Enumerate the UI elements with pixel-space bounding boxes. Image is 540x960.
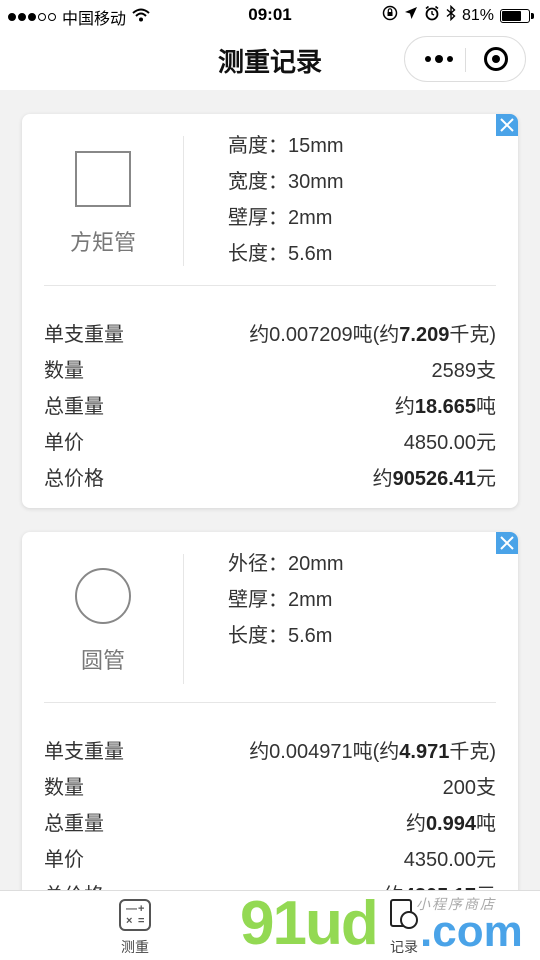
bluetooth-icon [446, 4, 456, 26]
result-value: 4850.00元 [403, 431, 496, 454]
more-options-button[interactable] [425, 55, 453, 63]
record-card: 方矩管 高度：15mm 宽度：30mm 壁厚：2mm 长度：5.6m 单支重量 … [22, 114, 518, 508]
square-tube-icon [75, 151, 131, 207]
dimension-item: 长度：5.6m [228, 243, 333, 265]
tab-bar: — + × = 测重 记录 [0, 890, 540, 960]
capsule-divider [465, 48, 466, 72]
dimension-item: 高度：15mm [228, 135, 344, 157]
result-row: 单支重量 约0.004971吨(约4.971千克) [44, 731, 496, 767]
record-card: 圆管 外径：20mm 壁厚：2mm 长度：5.6m 单支重量 约0.004971… [22, 532, 518, 952]
battery-icon [500, 8, 534, 23]
result-label: 单支重量 [44, 323, 124, 346]
result-value: 约18.665吨 [394, 395, 496, 418]
result-label: 单支重量 [44, 740, 124, 763]
result-value: 约0.004971吨(约4.971千克) [249, 740, 496, 763]
tab-records[interactable]: 记录 [364, 899, 444, 957]
status-right: 81% [382, 4, 534, 26]
delete-record-button[interactable] [496, 532, 518, 554]
result-row: 数量 200支 [44, 767, 496, 803]
result-row: 总价格 约90526.41元 [44, 458, 496, 494]
result-row: 单支重量 约0.007209吨(约7.209千克) [44, 314, 496, 350]
close-icon [500, 536, 514, 550]
result-row: 总重量 约18.665吨 [44, 386, 496, 422]
orientation-lock-icon [382, 5, 398, 26]
dimensions-list: 外径：20mm 壁厚：2mm 长度：5.6m [228, 549, 344, 657]
tab-label: 测重 [121, 939, 149, 955]
result-row: 单价 4850.00元 [44, 422, 496, 458]
vertical-divider [183, 136, 184, 266]
result-list: 单支重量 约0.007209吨(约7.209千克) 数量 2589支 总重量 约… [44, 314, 496, 494]
vertical-divider [183, 554, 184, 684]
record-clock-icon [388, 899, 420, 931]
battery-percent: 81% [461, 6, 494, 24]
shape-name: 圆管 [80, 648, 125, 673]
result-label: 总重量 [44, 395, 104, 418]
result-value: 200支 [442, 776, 496, 799]
delete-record-button[interactable] [496, 114, 518, 136]
close-miniprogram-button[interactable] [484, 47, 508, 71]
horizontal-divider [44, 702, 496, 703]
result-value: 2589支 [431, 359, 497, 382]
tab-measure[interactable]: — + × = 测重 [95, 899, 175, 957]
dimension-item: 壁厚：2mm [228, 589, 333, 611]
status-bar: 中国移动 09:01 81% [0, 0, 540, 30]
calculator-icon: — + × = [119, 899, 151, 931]
dimensions-list: 高度：15mm 宽度：30mm 壁厚：2mm 长度：5.6m [228, 131, 344, 275]
dimension-item: 长度：5.6m [228, 625, 333, 647]
result-label: 单价 [44, 431, 84, 454]
location-arrow-icon [404, 6, 418, 25]
shape-preview: 圆管 [22, 532, 184, 682]
result-label: 总重量 [44, 812, 104, 835]
dimension-item: 宽度：30mm [228, 171, 344, 193]
tab-label: 记录 [390, 939, 418, 955]
dimension-item: 外径：20mm [228, 553, 344, 575]
alarm-icon [424, 5, 440, 26]
dimension-item: 壁厚：2mm [228, 207, 333, 229]
round-tube-icon [75, 568, 131, 624]
result-label: 单价 [44, 848, 84, 871]
result-value: 约0.007209吨(约7.209千克) [249, 323, 496, 346]
result-value: 约0.994吨 [405, 812, 496, 835]
result-list: 单支重量 约0.004971吨(约4.971千克) 数量 200支 总重量 约0… [44, 731, 496, 911]
miniprogram-capsule [404, 36, 526, 82]
result-row: 总重量 约0.994吨 [44, 803, 496, 839]
result-row: 单价 4350.00元 [44, 839, 496, 875]
horizontal-divider [44, 285, 496, 286]
result-value: 约90526.41元 [372, 467, 496, 490]
result-label: 数量 [44, 776, 84, 799]
result-row: 数量 2589支 [44, 350, 496, 386]
shape-name: 方矩管 [69, 230, 136, 255]
shape-preview: 方矩管 [22, 114, 184, 264]
close-icon [500, 118, 514, 132]
result-value: 4350.00元 [403, 848, 496, 871]
result-label: 数量 [44, 359, 84, 382]
navigation-bar: 测重记录 [0, 30, 540, 90]
result-label: 总价格 [44, 467, 104, 490]
